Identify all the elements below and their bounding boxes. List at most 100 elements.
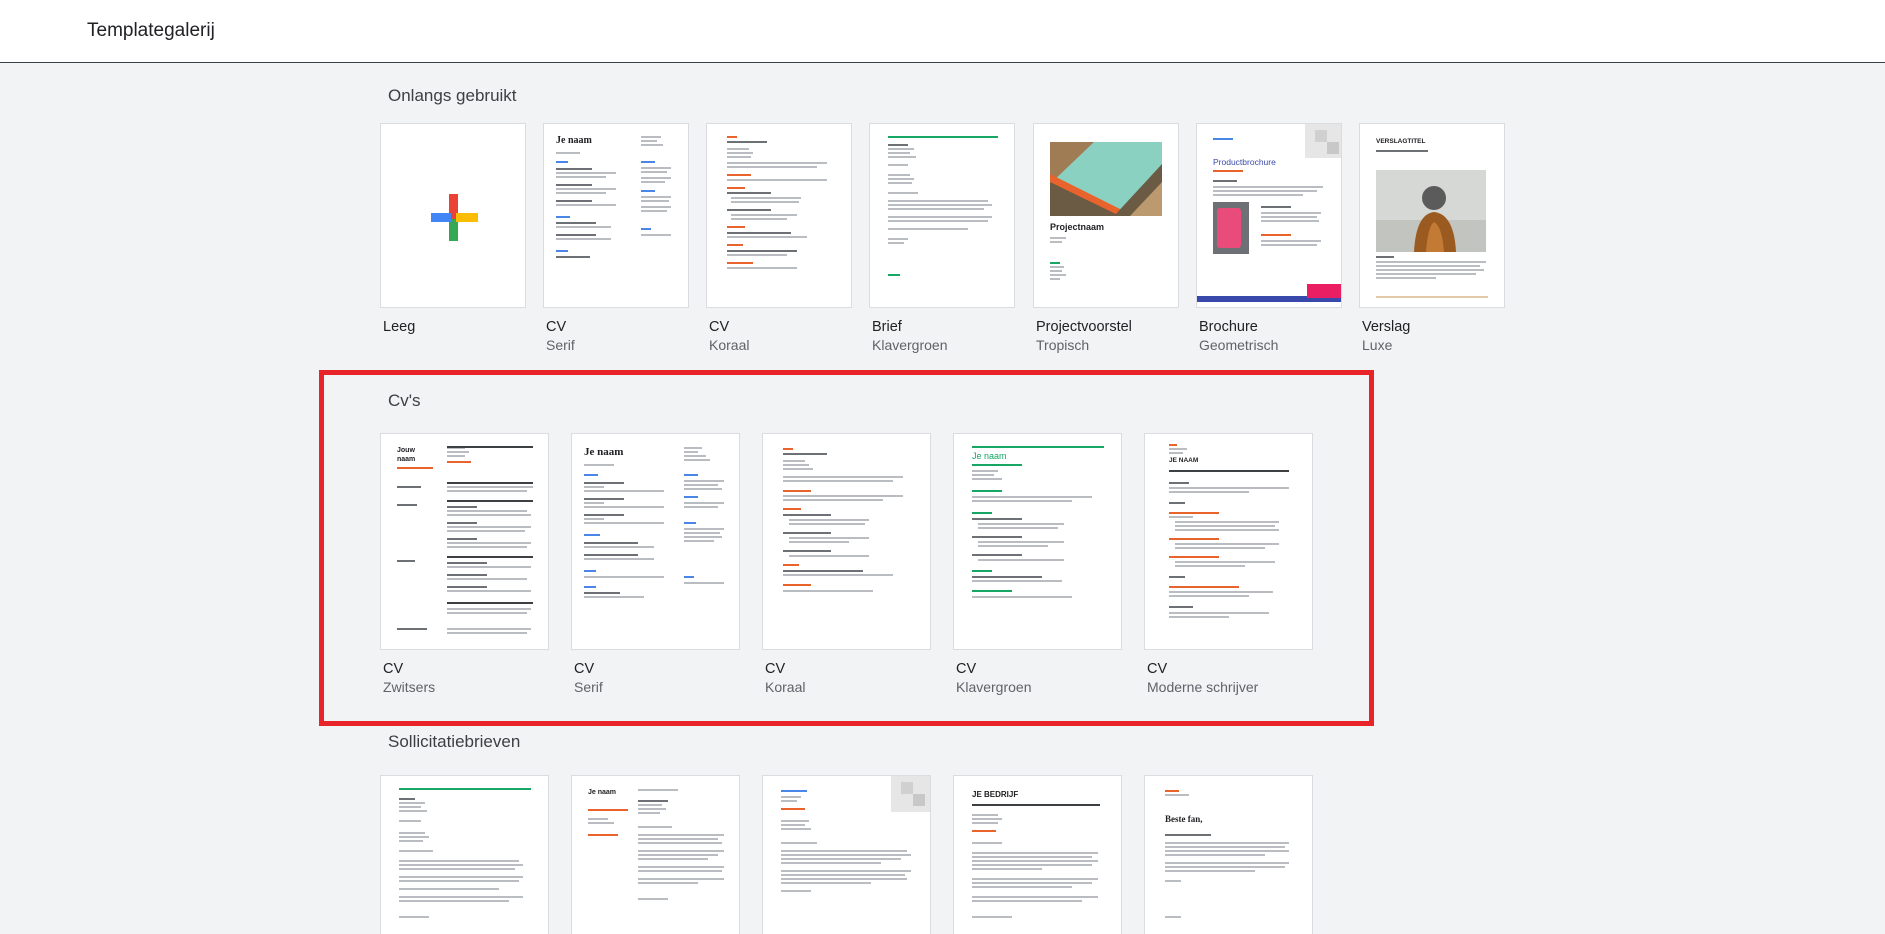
thumb-heading: Je naam: [972, 451, 1007, 461]
thumb-text-line: [972, 864, 1092, 866]
thumb-text-line: [972, 496, 1092, 498]
thumb-text-line: [641, 181, 665, 183]
thumb-text-line: [1165, 916, 1181, 918]
template-card-cover-letter-5[interactable]: Beste fan,: [1144, 775, 1313, 934]
thumb-text-line: [584, 498, 624, 500]
thumb-text-line: [1169, 487, 1289, 489]
template-thumbnail[interactable]: [762, 775, 931, 934]
thumb-text-line: [783, 564, 799, 566]
thumb-text-line: [684, 532, 720, 534]
template-card-cover-letter-1[interactable]: [380, 775, 549, 934]
thumb-text-line: [447, 556, 533, 558]
template-thumbnail[interactable]: Je naam: [543, 123, 689, 308]
template-thumbnail[interactable]: [706, 123, 852, 308]
thumb-text-line: [888, 242, 904, 244]
thumb-text-line: [783, 468, 813, 470]
thumb-text-line: [556, 222, 596, 224]
template-card-cover-letter-4[interactable]: JE BEDRIJF: [953, 775, 1122, 934]
template-card-brochure-geometric[interactable]: Productbrochure Brochure Geometrisch: [1196, 123, 1342, 358]
thumb-heading: Je naam: [588, 789, 617, 796]
thumb-text-line: [447, 461, 471, 463]
thumb-text-line: [972, 470, 998, 472]
thumb-text-line: [399, 810, 427, 812]
thumb-text-line: [638, 826, 672, 828]
template-card-cv-modern-writer[interactable]: JE NAAM CV Moderne schrijver: [1144, 433, 1313, 698]
thumb-text-line: [1175, 525, 1275, 527]
template-card-cv-serif[interactable]: Je naam CV Serif: [543, 123, 689, 358]
thumb-text-line: [888, 174, 910, 176]
template-card-report-luxe[interactable]: VERSLAGTITEL Verslag Luxe: [1359, 123, 1505, 358]
thumb-text-line: [641, 167, 671, 169]
thumb-text-line: [727, 166, 817, 168]
template-style: Geometrisch: [1199, 337, 1279, 353]
template-thumbnail[interactable]: Beste fan,: [1144, 775, 1313, 934]
thumb-text-line: [447, 542, 531, 544]
template-thumbnail[interactable]: [869, 123, 1015, 308]
thumb-text-line: [638, 834, 724, 836]
thumb-text-line: [1169, 470, 1289, 472]
thumb-text-line: [1169, 482, 1189, 484]
template-card-cv-coral-2[interactable]: CV Koraal: [762, 433, 931, 698]
thumb-text-line: [1165, 790, 1179, 792]
thumb-text-line: [978, 559, 1064, 561]
thumb-text-line: [783, 476, 903, 478]
template-name: CV: [574, 661, 595, 677]
template-thumbnail[interactable]: VERSLAGTITEL: [1359, 123, 1505, 308]
thumb-text-line: [1169, 512, 1219, 514]
template-card-cv-coral[interactable]: CV Koraal: [706, 123, 852, 358]
thumb-text-line: [556, 168, 592, 170]
thumb-text-line: [588, 834, 618, 836]
template-style: Klavergroen: [956, 679, 1032, 695]
thumb-text-line: [556, 256, 590, 258]
thumb-text-line: [783, 584, 811, 586]
thumb-text-line: [447, 522, 477, 524]
thumb-text-line: [888, 136, 998, 138]
template-thumbnail[interactable]: Je naam: [571, 433, 740, 650]
thumb-text-line: [1169, 491, 1249, 493]
template-thumbnail[interactable]: Projectnaam: [1033, 123, 1179, 308]
thumb-text-line: [1165, 854, 1265, 856]
thumb-text-line: [978, 527, 1058, 529]
template-thumbnail[interactable]: Je naam: [571, 775, 740, 934]
thumb-text-line: [584, 542, 638, 544]
thumb-text-line: [1050, 274, 1066, 276]
template-thumbnail[interactable]: Je naam: [953, 433, 1122, 650]
thumb-text-line: [727, 254, 787, 256]
template-card-letter-green[interactable]: Brief Klavergroen: [869, 123, 1015, 358]
thumb-text-line: [447, 526, 531, 528]
thumb-text-line: [684, 582, 724, 584]
thumb-text-line: [972, 916, 1012, 918]
thumb-text-line: [978, 545, 1048, 547]
gallery-title[interactable]: Templategalerij: [87, 20, 215, 42]
template-thumbnail[interactable]: [762, 433, 931, 650]
template-card-proposal-tropical[interactable]: Projectnaam Projectvoorstel Tropisch: [1033, 123, 1179, 358]
thumb-text-line: [584, 554, 638, 556]
template-thumbnail[interactable]: JE BEDRIJF: [953, 775, 1122, 934]
thumb-text-line: [588, 822, 614, 824]
template-card-cv-serif-2[interactable]: Je naam CV Serif: [571, 433, 740, 698]
template-thumbnail[interactable]: [380, 123, 526, 308]
thumb-text-line: [731, 218, 787, 220]
template-thumbnail[interactable]: [380, 775, 549, 934]
thumb-text-line: [1050, 270, 1062, 272]
template-card-cover-letter-3[interactable]: [762, 775, 931, 934]
thumb-text-line: [783, 514, 831, 516]
thumb-text-line: [781, 882, 871, 884]
thumb-text-line: [1213, 186, 1323, 188]
template-thumbnail[interactable]: JE NAAM: [1144, 433, 1313, 650]
template-card-cv-swiss[interactable]: Jouw naam CV Zwitsers: [380, 433, 549, 698]
template-thumbnail[interactable]: Productbrochure: [1196, 123, 1342, 308]
thumb-text-line: [1261, 240, 1321, 242]
template-thumbnail[interactable]: Jouw naam: [380, 433, 549, 650]
thumb-text-line: [789, 519, 869, 521]
thumb-text-line: [638, 838, 718, 840]
template-card-blank[interactable]: Leeg: [380, 123, 526, 358]
thumb-text-line: [972, 868, 1042, 870]
thumb-text-line: [888, 228, 968, 230]
thumb-text-line: [727, 232, 791, 234]
template-card-cover-letter-2[interactable]: Je naam: [571, 775, 740, 934]
template-style: Klavergroen: [872, 337, 948, 353]
thumb-text-line: [684, 536, 722, 538]
thumb-text-line: [638, 812, 660, 814]
template-card-cv-green[interactable]: Je naam CV Klavergroen: [953, 433, 1122, 698]
